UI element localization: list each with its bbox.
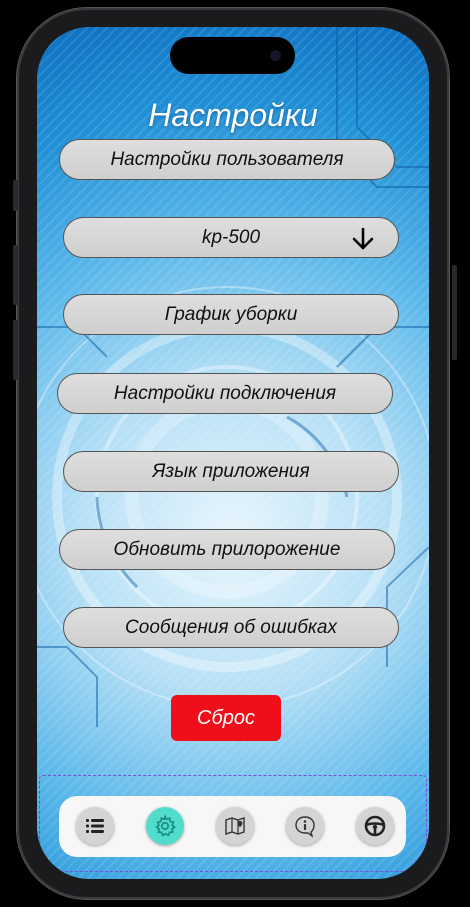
info-icon bbox=[295, 816, 315, 838]
side-button-volume-down bbox=[13, 320, 18, 380]
dynamic-island bbox=[170, 37, 295, 74]
side-button-power bbox=[452, 265, 457, 360]
connection-settings-button[interactable]: Настройки подключения bbox=[57, 373, 393, 414]
cleaning-schedule-button[interactable]: График уборки bbox=[63, 294, 399, 335]
tab-settings[interactable] bbox=[146, 807, 184, 845]
connection-settings-label: Настройки подключения bbox=[113, 382, 337, 404]
tab-list[interactable] bbox=[76, 807, 114, 845]
reset-button-label: Сброс bbox=[197, 706, 255, 729]
tab-map[interactable] bbox=[216, 807, 254, 845]
tab-info[interactable] bbox=[286, 807, 324, 845]
side-button-volume-up bbox=[13, 245, 18, 305]
device-select-value: kp-500 bbox=[201, 226, 261, 248]
arrow-down-icon bbox=[352, 227, 374, 250]
reset-button[interactable]: Сброс bbox=[171, 695, 281, 741]
app-language-label: Язык приложения bbox=[152, 460, 310, 482]
tab-drive[interactable] bbox=[356, 807, 394, 845]
user-settings-button[interactable]: Настройки пользователя bbox=[59, 139, 395, 180]
update-app-label: Обновить прилорожение bbox=[113, 538, 341, 560]
list-icon bbox=[86, 819, 104, 833]
device-select-dropdown[interactable]: kp-500 bbox=[63, 217, 399, 258]
user-settings-label: Настройки пользователя bbox=[110, 148, 344, 170]
steering-wheel-icon bbox=[364, 815, 386, 837]
gear-icon bbox=[155, 814, 176, 837]
update-app-button[interactable]: Обновить прилорожение bbox=[59, 529, 395, 570]
error-messages-button[interactable]: Сообщения об ошибках bbox=[63, 607, 399, 648]
camera-icon bbox=[270, 50, 281, 61]
cleaning-schedule-label: График уборки bbox=[164, 303, 298, 325]
error-messages-label: Сообщения об ошибках bbox=[125, 616, 337, 638]
app-language-button[interactable]: Язык приложения bbox=[63, 451, 399, 492]
app-screen: Настройки Настройки пользователя kp-500 … bbox=[37, 27, 429, 879]
page-title: Настройки bbox=[148, 97, 318, 133]
side-button-action bbox=[13, 180, 18, 211]
bottom-tab-bar bbox=[59, 796, 406, 857]
map-icon bbox=[225, 817, 245, 835]
